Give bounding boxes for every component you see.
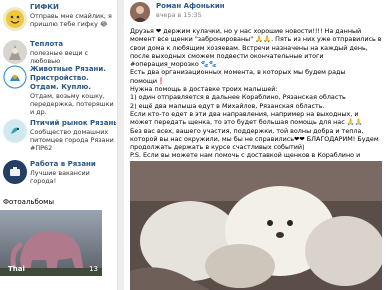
album-photo-count: 13 — [89, 265, 98, 273]
wall-post: Роман Афонькин вчера в 15:35 Друзья ❤ де… — [124, 0, 387, 290]
group-avatar — [3, 40, 27, 64]
post-date[interactable]: вчера в 15:35 — [156, 11, 202, 19]
group-name[interactable]: Животные Рязани. Пристройство. Отдам. Ку… — [30, 65, 116, 92]
post-text: Друзья ❤ держим кулачки, но у нас хороши… — [130, 27, 382, 176]
group-item[interactable]: Животные Рязани. Пристройство. Отдам. Ку… — [0, 65, 118, 116]
group-avatar — [3, 119, 27, 143]
post-paragraph: Есть два организационных момента, в кото… — [130, 68, 346, 85]
group-item[interactable]: Птичий рынок Рязань Сообщество домашних … — [0, 119, 118, 159]
group-description: Отправь мне смайлик, я пришлю тебе гифку… — [30, 12, 112, 28]
group-description: полезные вещи с любовью — [30, 49, 89, 65]
album-caption: Thai — [8, 265, 25, 273]
post-photo[interactable] — [130, 161, 382, 290]
group-name[interactable]: Работа в Рязани — [30, 160, 116, 169]
post-paragraph: Нужна помощь в доставке троих малышей: — [130, 85, 278, 94]
post-paragraph: Друзья ❤ держим кулачки, но у нас хороши… — [130, 27, 382, 69]
group-description: Лучшие вакансии города! — [30, 169, 90, 185]
group-avatar — [3, 7, 27, 31]
photo-album[interactable]: Thai 13 — [0, 210, 102, 276]
photo-albums-heading[interactable]: Фотоальбомы — [3, 198, 54, 206]
group-name[interactable]: ГИФКИ — [30, 3, 116, 12]
post-paragraph: 2) ещё два малыша едут в Михайлов, Рязан… — [130, 101, 325, 110]
author-avatar[interactable] — [130, 2, 150, 22]
post-paragraph: Без вас всех, вашего участия, поддержки,… — [130, 126, 379, 152]
sidebar: ГИФКИ Отправь мне смайлик, я пришлю тебе… — [0, 0, 118, 290]
group-avatar — [3, 65, 27, 89]
group-item[interactable]: Работа в Рязани Лучшие вакансии города! — [0, 160, 118, 188]
group-item[interactable]: Теплота полезные вещи с любовью — [0, 40, 118, 66]
group-name[interactable]: Теплота — [30, 40, 116, 49]
post-paragraph: Если кто-то едет в эти два направления, … — [130, 109, 363, 127]
post-paragraph: 1) один отправляется в дальнее Кораблино… — [130, 93, 346, 102]
group-description: Сообщество домашних питомцев города Ряза… — [30, 128, 114, 152]
group-avatar — [3, 160, 27, 184]
group-name[interactable]: Птичий рынок Рязань — [30, 119, 116, 128]
group-item[interactable]: ГИФКИ Отправь мне смайлик, я пришлю тебе… — [0, 3, 118, 37]
page: ГИФКИ Отправь мне смайлик, я пришлю тебе… — [0, 0, 387, 290]
post-author[interactable]: Роман Афонькин — [156, 2, 225, 10]
group-description: Отдам, возьму кошку, передержка, потеряш… — [30, 92, 114, 116]
